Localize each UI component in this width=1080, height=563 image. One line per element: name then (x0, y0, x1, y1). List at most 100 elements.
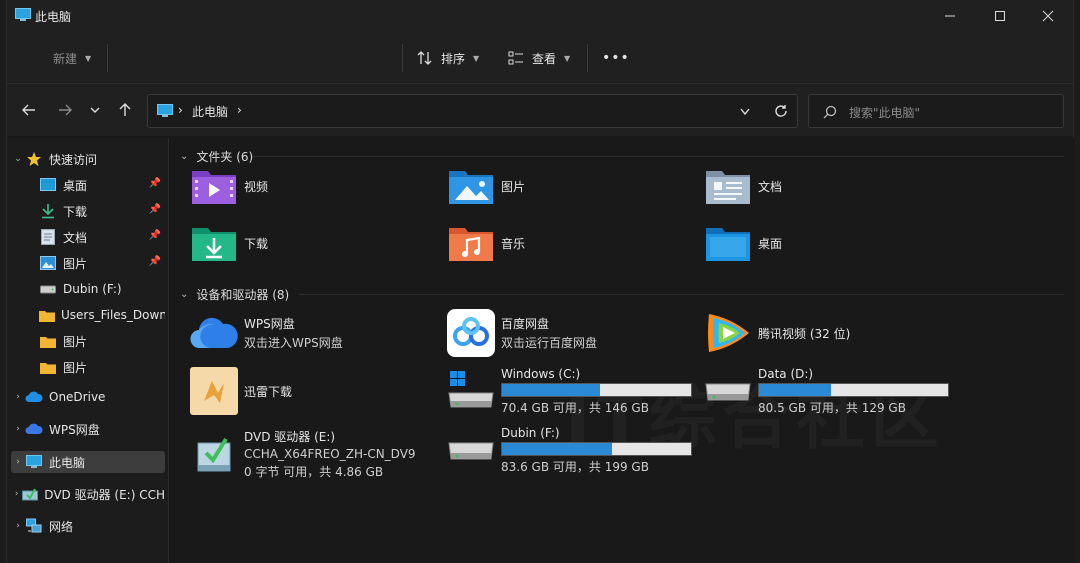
dvd-icon (22, 486, 39, 502)
device-subtitle: 80.5 GB 可用，共 129 GB (758, 400, 906, 415)
storage-bar-fill (502, 442, 612, 455)
chevron-down-icon[interactable]: ⌄ (11, 154, 25, 164)
xunlei-icon (190, 367, 238, 415)
sidebar-item-dvd-drive[interactable]: › DVD 驱动器 (E:) CCH (11, 483, 165, 505)
dvd-drive-icon (190, 430, 238, 478)
forward-button[interactable] (51, 96, 79, 124)
device-tile-xunlei[interactable]: 迅雷下载 (190, 367, 292, 415)
sidebar-item-documents[interactable]: 文档 📌 (11, 226, 165, 248)
device-tile-wps-cloud[interactable]: WPS网盘 双击进入WPS网盘 (190, 309, 343, 357)
sidebar-item-downloads[interactable]: 下载 📌 (11, 200, 165, 222)
folder-tile-pictures[interactable]: 图片 (447, 162, 525, 210)
folder-tile-documents[interactable]: 文档 (704, 162, 782, 210)
view-button[interactable]: 查看 ▼ (508, 32, 570, 84)
folder-icon (39, 333, 57, 349)
folder-tile-desktop[interactable]: 桌面 (704, 219, 782, 267)
folder-name: 视频 (244, 179, 269, 194)
window-title: 此电脑 (35, 10, 72, 24)
refresh-icon[interactable] (774, 104, 788, 118)
sidebar-item-label: 图片 (63, 334, 88, 349)
sort-icon (417, 51, 432, 65)
back-button[interactable] (15, 96, 43, 124)
sidebar-item-pictures[interactable]: 图片 📌 (11, 252, 165, 274)
chevron-down-icon (90, 107, 100, 113)
folder-name: 文档 (758, 179, 783, 194)
sort-button[interactable]: 排序 ▼ (417, 32, 479, 84)
sidebar-item-desktop[interactable]: 桌面 📌 (11, 174, 165, 196)
device-tile-data-d[interactable]: Data (D:) 80.5 GB 可用，共 129 GB (704, 367, 949, 415)
folder-name: 图片 (501, 179, 526, 194)
sidebar-item-wps-cloud[interactable]: › WPS网盘 (11, 418, 165, 440)
documents-folder-icon (704, 162, 752, 210)
chevron-right-icon[interactable]: › (11, 489, 22, 499)
desktop-icon (39, 177, 57, 193)
recent-locations-button[interactable] (81, 96, 109, 124)
chevron-right-icon[interactable]: › (11, 424, 25, 434)
device-tile-baidu-netdisk[interactable]: 百度网盘 双击运行百度网盘 (447, 309, 597, 357)
device-tile-windows-c[interactable]: Windows (C:) 70.4 GB 可用，共 146 GB (447, 367, 692, 415)
breadcrumb-separator[interactable]: › (178, 103, 183, 117)
divider (402, 44, 403, 72)
sidebar-item-this-pc[interactable]: › 此电脑 (11, 451, 165, 473)
sidebar-item-label: 图片 (63, 360, 88, 375)
sidebar-item-label: 网络 (49, 519, 74, 534)
device-tile-tencent-video[interactable]: 腾讯视频 (32 位) (704, 309, 850, 357)
folder-name: 音乐 (501, 236, 526, 251)
sidebar-item-pictures-folder[interactable]: 图片 (11, 356, 165, 378)
computer-icon (157, 104, 173, 117)
chevron-right-icon[interactable]: › (11, 457, 25, 467)
storage-bar (501, 382, 692, 397)
baidu-netdisk-icon (447, 309, 495, 357)
sidebar-item-quick-access[interactable]: ⌄ 快速访问 (11, 148, 165, 170)
sidebar-item-label: DVD 驱动器 (E:) CCH (44, 487, 165, 502)
device-tile-dvd-e[interactable]: DVD 驱动器 (E:) CCHA_X64FREO_ZH-CN_DV9 0 字节… (190, 426, 416, 482)
pictures-folder-icon (447, 162, 495, 210)
device-tile-dubin-f[interactable]: Dubin (F:) 83.6 GB 可用，共 199 GB (447, 426, 692, 474)
sidebar-item-users-files[interactable]: Users_Files_Down (11, 304, 165, 326)
folder-tile-downloads[interactable]: 下载 (190, 219, 268, 267)
folder-name: 桌面 (758, 236, 783, 251)
folder-tile-music[interactable]: 音乐 (447, 219, 525, 267)
search-box[interactable]: 搜索"此电脑" (808, 94, 1064, 128)
pin-icon: 📌 (148, 178, 161, 189)
up-button[interactable] (111, 96, 139, 124)
folder-tile-videos[interactable]: 视频 (190, 162, 268, 210)
sidebar-item-network[interactable]: › 网络 (11, 515, 165, 537)
minimize-icon (945, 15, 955, 17)
drive-icon (704, 367, 752, 415)
chevron-down-icon: ⌄ (180, 289, 189, 300)
devices-group-header[interactable]: ⌄ 设备和驱动器 (8) (180, 286, 289, 303)
device-name: 百度网盘 (501, 317, 550, 331)
new-button[interactable]: 新建 ▼ (53, 32, 91, 84)
chevron-right-icon[interactable]: › (11, 392, 25, 402)
storage-bar-fill (759, 383, 831, 396)
device-name: 迅雷下载 (244, 384, 293, 399)
command-bar: 新建 ▼ 排序 ▼ 查看 ▼ ••• (7, 32, 1073, 84)
sidebar-item-dubin-drive[interactable]: Dubin (F:) (11, 278, 165, 300)
chevron-down-icon: ▼ (473, 53, 480, 63)
picture-icon (39, 255, 57, 271)
star-icon (25, 151, 43, 167)
close-button[interactable] (1025, 0, 1071, 32)
sidebar-item-label: WPS网盘 (49, 422, 100, 437)
device-name: DVD 驱动器 (E:) (244, 430, 336, 444)
arrow-left-icon (22, 104, 35, 116)
video-folder-icon (190, 162, 238, 210)
chevron-down-icon[interactable] (739, 107, 751, 117)
address-bar[interactable]: › 此电脑 › (147, 94, 798, 128)
storage-bar (758, 382, 949, 397)
maximize-button[interactable] (977, 0, 1023, 32)
sidebar-item-onedrive[interactable]: › OneDrive (11, 386, 165, 408)
more-options-button[interactable]: ••• (602, 32, 630, 84)
breadcrumb-separator[interactable]: › (237, 103, 242, 117)
breadcrumb-item[interactable]: 此电脑 (192, 103, 228, 120)
arrow-right-icon (59, 104, 72, 116)
minimize-button[interactable] (927, 0, 973, 32)
sidebar-item-label: 桌面 (63, 178, 88, 193)
downloads-folder-icon (190, 219, 238, 267)
folder-name: 下载 (244, 236, 269, 251)
device-name: WPS网盘 (244, 317, 295, 331)
document-icon (39, 229, 57, 245)
sidebar-item-pictures-folder[interactable]: 图片 (11, 330, 165, 352)
chevron-right-icon[interactable]: › (11, 521, 25, 531)
